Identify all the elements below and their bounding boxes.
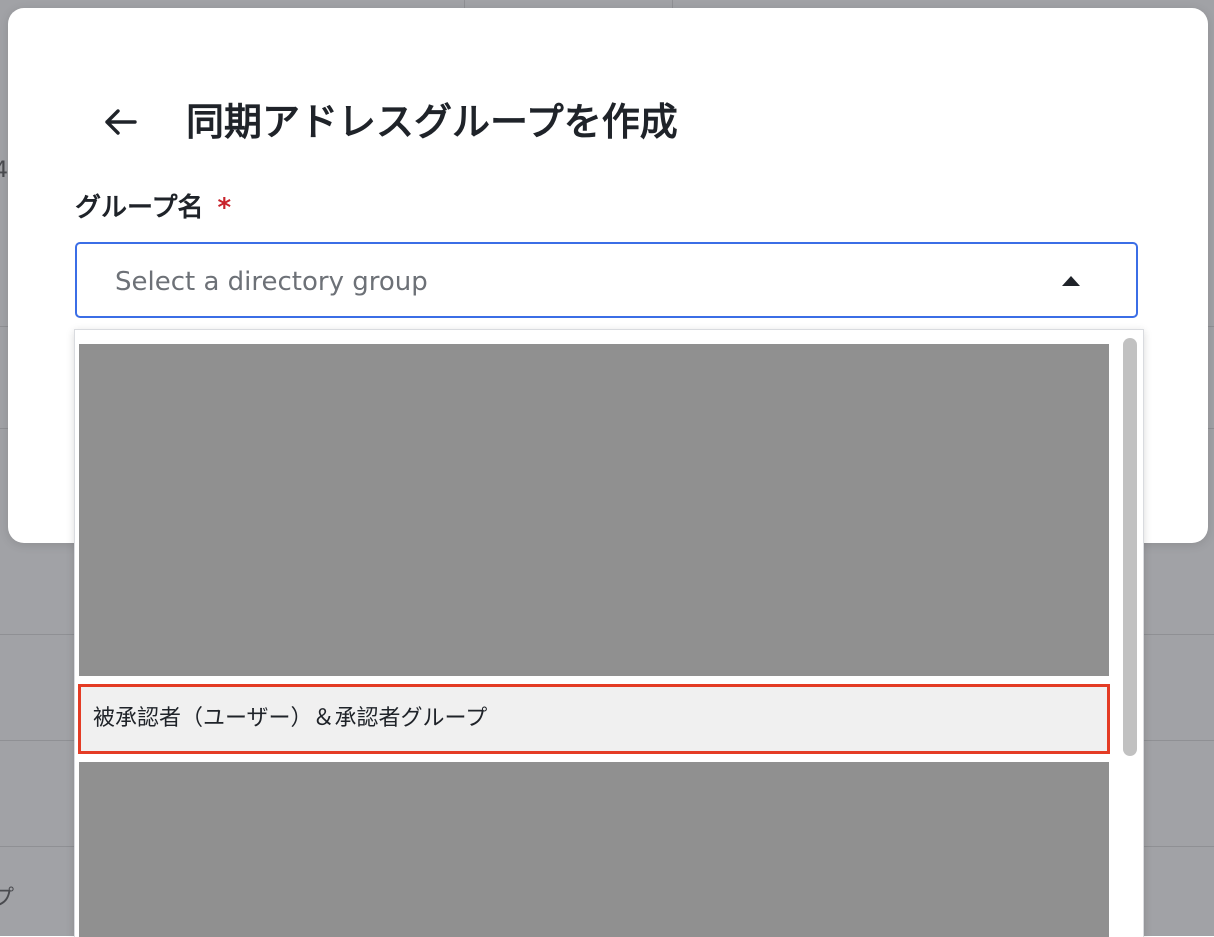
directory-group-dropdown: 被承認者（ユーザー）＆承認者グループ [74,329,1144,937]
required-marker: * [217,193,232,223]
dropdown-option-label: 被承認者（ユーザー）＆承認者グループ [93,706,488,731]
select-placeholder: Select a directory group [115,267,428,297]
dropdown-option-highlighted[interactable]: 被承認者（ユーザー）＆承認者グループ [78,684,1110,754]
group-name-label: グループ名 * [75,190,231,226]
dropdown-scrollbar[interactable] [1113,330,1143,937]
background-text-fragment: 4 [0,158,8,183]
scrollbar-thumb[interactable] [1123,338,1137,756]
background-text-fragment: プ [0,886,15,911]
dialog-title: 同期アドレスグループを作成 [186,100,678,144]
back-button[interactable] [92,96,148,152]
group-name-label-text: グループ名 [75,193,204,223]
directory-group-select[interactable]: Select a directory group [75,242,1138,318]
arrow-left-icon [102,107,138,141]
redacted-options[interactable] [79,344,1109,676]
caret-up-icon[interactable] [1062,276,1080,286]
redacted-options[interactable] [79,762,1109,937]
